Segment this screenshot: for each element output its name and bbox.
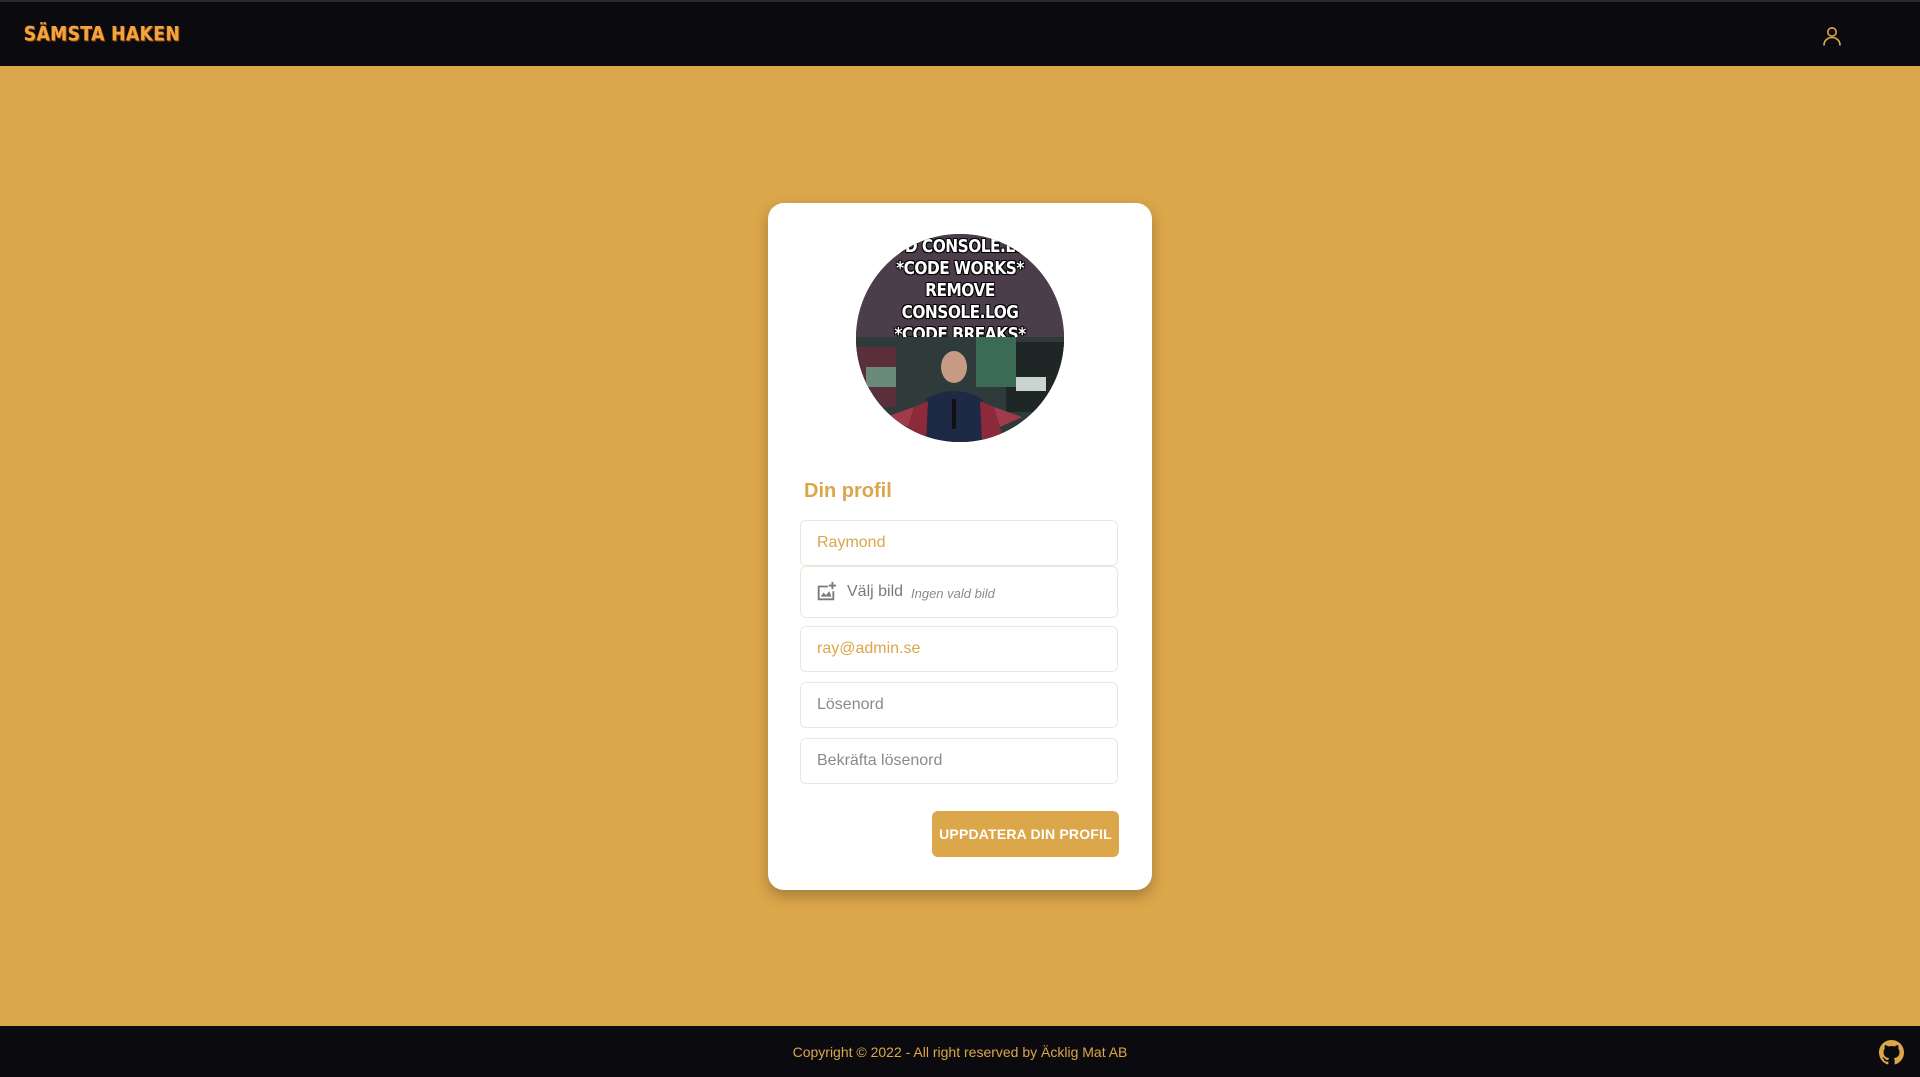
name-field xyxy=(800,520,1118,566)
meme-photo-illustration xyxy=(856,337,1064,442)
email-input[interactable] xyxy=(801,627,1117,671)
choose-image-label: Välj bild xyxy=(847,583,904,600)
image-file-picker[interactable]: Välj bild Ingen vald bild xyxy=(800,566,1118,618)
user-icon[interactable] xyxy=(1820,24,1844,48)
confirm-password-field xyxy=(800,738,1118,784)
navbar: SÄMSTA HAKEN xyxy=(0,2,1920,66)
copyright-text: Copyright © 2022 - All right reserved by… xyxy=(792,1044,1128,1060)
confirm-password-input[interactable] xyxy=(801,739,1117,783)
main-content: *ADD CONSOLE.LOG* *CODE WORKS* REMOVE CO… xyxy=(0,66,1920,1026)
meme-line: REMOVE CONSOLE.LOG xyxy=(901,281,1019,323)
name-input[interactable] xyxy=(801,521,1117,565)
avatar: *ADD CONSOLE.LOG* *CODE WORKS* REMOVE CO… xyxy=(856,234,1064,442)
update-profile-button[interactable]: UPPDATERA DIN PROFIL xyxy=(932,811,1119,857)
meme-line: *CODE WORKS* xyxy=(896,259,1024,279)
meme-photo xyxy=(856,337,1064,442)
profile-card: *ADD CONSOLE.LOG* *CODE WORKS* REMOVE CO… xyxy=(768,203,1152,890)
add-photo-icon xyxy=(817,581,837,601)
page-title: Din profil xyxy=(804,480,892,502)
footer: Copyright © 2022 - All right reserved by… xyxy=(0,1026,1920,1077)
meme-line: *ADD CONSOLE.LOG* xyxy=(873,237,1047,257)
logo[interactable]: SÄMSTA HAKEN xyxy=(24,23,180,46)
password-field xyxy=(800,682,1118,728)
meme-caption: *ADD CONSOLE.LOG* *CODE WORKS* REMOVE CO… xyxy=(868,236,1051,346)
image-status: Ingen vald bild xyxy=(911,586,995,601)
github-icon[interactable] xyxy=(1879,1040,1904,1065)
meme-caption-area: *ADD CONSOLE.LOG* *CODE WORKS* REMOVE CO… xyxy=(856,234,1064,345)
email-field xyxy=(800,626,1118,672)
password-input[interactable] xyxy=(801,683,1117,727)
